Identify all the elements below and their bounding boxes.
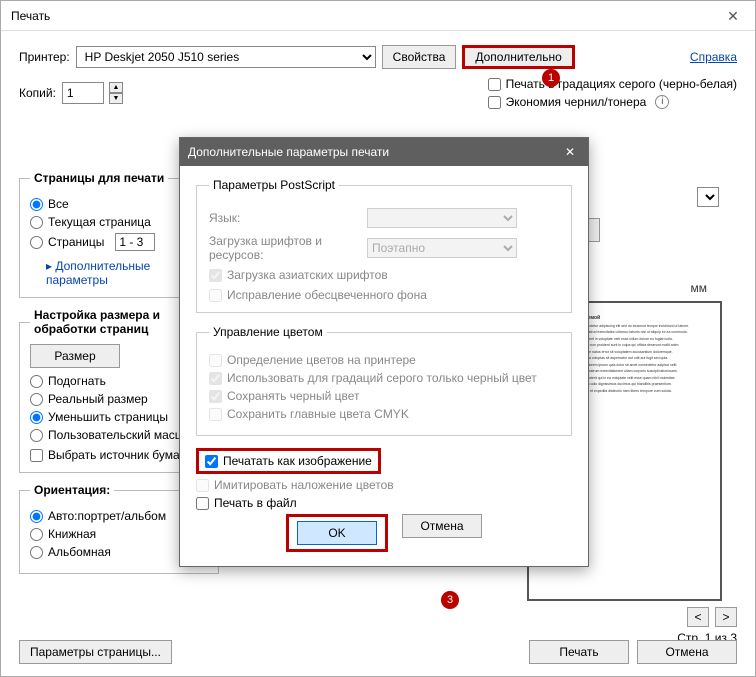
modal-cancel-button[interactable]: Отмена: [402, 514, 482, 538]
size-button[interactable]: Размер: [30, 344, 120, 368]
bgfix-checkbox: [209, 289, 222, 302]
radio-fit[interactable]: [30, 375, 43, 388]
advanced-button[interactable]: Дополнительно: [462, 45, 574, 69]
detect-checkbox: [209, 354, 222, 367]
copies-label: Копий:: [19, 86, 56, 100]
label-current: Текущая страница: [48, 215, 151, 229]
print-as-image-checkbox[interactable]: [205, 455, 218, 468]
tofile-label: Печать в файл: [214, 496, 297, 510]
label-fit: Подогнать: [48, 374, 106, 388]
mm-label: мм: [691, 281, 708, 295]
label-portrait: Книжная: [48, 527, 96, 541]
main-cancel-button[interactable]: Отмена: [637, 640, 737, 664]
radio-custom[interactable]: [30, 429, 43, 442]
copies-down[interactable]: ▼: [109, 93, 123, 104]
postscript-group: Параметры PostScript Язык: Загрузка шриф…: [196, 178, 572, 313]
lang-label: Язык:: [209, 211, 359, 225]
ps-legend: Параметры PostScript: [209, 178, 339, 192]
source-checkbox[interactable]: [30, 449, 43, 462]
modal-body: Параметры PostScript Язык: Загрузка шриф…: [180, 166, 588, 566]
label-actual: Реальный размер: [48, 392, 148, 406]
info-icon[interactable]: i: [655, 95, 669, 109]
printer-row: Принтер: HP Deskjet 2050 J510 series Сво…: [19, 45, 737, 69]
fonts-select: Поэтапно: [367, 238, 517, 258]
page-next-button[interactable]: >: [715, 607, 737, 627]
radio-portrait[interactable]: [30, 528, 43, 541]
keepblack-checkbox: [209, 390, 222, 403]
label-landscape: Альбомная: [48, 545, 111, 559]
cmyk-checkbox: [209, 408, 222, 421]
print-dialog: Печать ✕ Принтер: HP Deskjet 2050 J510 s…: [0, 0, 756, 677]
print-as-image-row[interactable]: Печатать как изображение: [196, 448, 381, 474]
label-shrink: Уменьшить страницы: [48, 410, 168, 424]
modal-titlebar: Дополнительные параметры печати ✕: [180, 138, 588, 166]
page-prev-button[interactable]: <: [687, 607, 709, 627]
modal-buttons: OK Отмена: [196, 514, 572, 552]
radio-shrink[interactable]: [30, 411, 43, 424]
badge-3: 3: [441, 591, 459, 609]
saveink-label: Экономия чернил/тонера: [506, 95, 647, 109]
radio-current[interactable]: [30, 216, 43, 229]
modal-close-icon[interactable]: ✕: [560, 145, 580, 159]
color-legend: Управление цветом: [209, 325, 327, 339]
preview-controls: < >: [527, 607, 737, 627]
tofile-checkbox[interactable]: [196, 497, 209, 510]
pages-legend: Страницы для печати: [30, 171, 168, 185]
grayscale-checkbox[interactable]: [488, 78, 501, 91]
copies-input[interactable]: [62, 82, 104, 104]
bgfix-label: Исправление обесцвеченного фона: [227, 288, 427, 302]
color-group: Управление цветом Определение цветов на …: [196, 325, 572, 436]
window-title: Печать: [11, 1, 50, 31]
orient-legend: Ориентация:: [30, 483, 114, 497]
asian-checkbox: [209, 269, 222, 282]
detect-label: Определение цветов на принтере: [227, 353, 416, 367]
asian-label: Загрузка азиатских шрифтов: [227, 268, 388, 282]
radio-auto[interactable]: [30, 510, 43, 523]
radio-range[interactable]: [30, 236, 43, 249]
radio-actual[interactable]: [30, 393, 43, 406]
copies-spinner: ▲ ▼: [109, 82, 123, 104]
grayblack-label: Использовать для градаций серого только …: [227, 371, 537, 385]
printer-select[interactable]: HP Deskjet 2050 J510 series: [76, 46, 376, 68]
copies-up[interactable]: ▲: [109, 82, 123, 93]
grayscale-option[interactable]: Печать в градациях серого (черно-белая): [488, 77, 737, 91]
fonts-label: Загрузка шрифтов и ресурсов:: [209, 234, 359, 262]
help-link[interactable]: Справка: [690, 50, 737, 64]
print-button[interactable]: Печать: [529, 640, 629, 664]
close-icon[interactable]: ✕: [721, 1, 745, 31]
print-as-image-label: Печатать как изображение: [223, 454, 372, 468]
page-setup-button[interactable]: Параметры страницы...: [19, 640, 172, 664]
preview-units-select[interactable]: [697, 187, 719, 207]
range-input[interactable]: [115, 233, 155, 251]
printer-label: Принтер:: [19, 50, 70, 64]
simulate-label: Имитировать наложение цветов: [214, 478, 394, 492]
badge-1: 1: [542, 69, 560, 87]
content: Принтер: HP Deskjet 2050 J510 series Сво…: [1, 31, 755, 131]
label-range: Страницы: [48, 235, 104, 249]
bottom-bar: Параметры страницы... Печать Отмена: [19, 640, 737, 664]
grayblack-checkbox: [209, 372, 222, 385]
preview-units-row: [697, 187, 719, 207]
advanced-print-dialog: Дополнительные параметры печати ✕ Параме…: [179, 137, 589, 567]
radio-landscape[interactable]: [30, 546, 43, 559]
simulate-checkbox: [196, 479, 209, 492]
label-source: Выбрать источник бумаги: [48, 448, 191, 462]
titlebar: Печать ✕: [1, 1, 755, 31]
saveink-checkbox[interactable]: [488, 96, 501, 109]
copies-row: Копий: ▲ ▼ Печать в градациях серого (че…: [19, 77, 737, 109]
ok-button[interactable]: OK: [297, 521, 377, 545]
properties-button[interactable]: Свойства: [382, 45, 457, 69]
lang-select: [367, 208, 517, 228]
label-all: Все: [48, 197, 69, 211]
label-auto: Авто:портрет/альбом: [48, 509, 166, 523]
keepblack-label: Сохранять черный цвет: [227, 389, 360, 403]
grayscale-label: Печать в градациях серого (черно-белая): [506, 77, 737, 91]
cmyk-label: Сохранить главные цвета CMYK: [227, 407, 409, 421]
modal-title: Дополнительные параметры печати: [188, 145, 389, 159]
radio-all[interactable]: [30, 198, 43, 211]
saveink-option[interactable]: Экономия чернил/тонера i: [488, 95, 737, 109]
